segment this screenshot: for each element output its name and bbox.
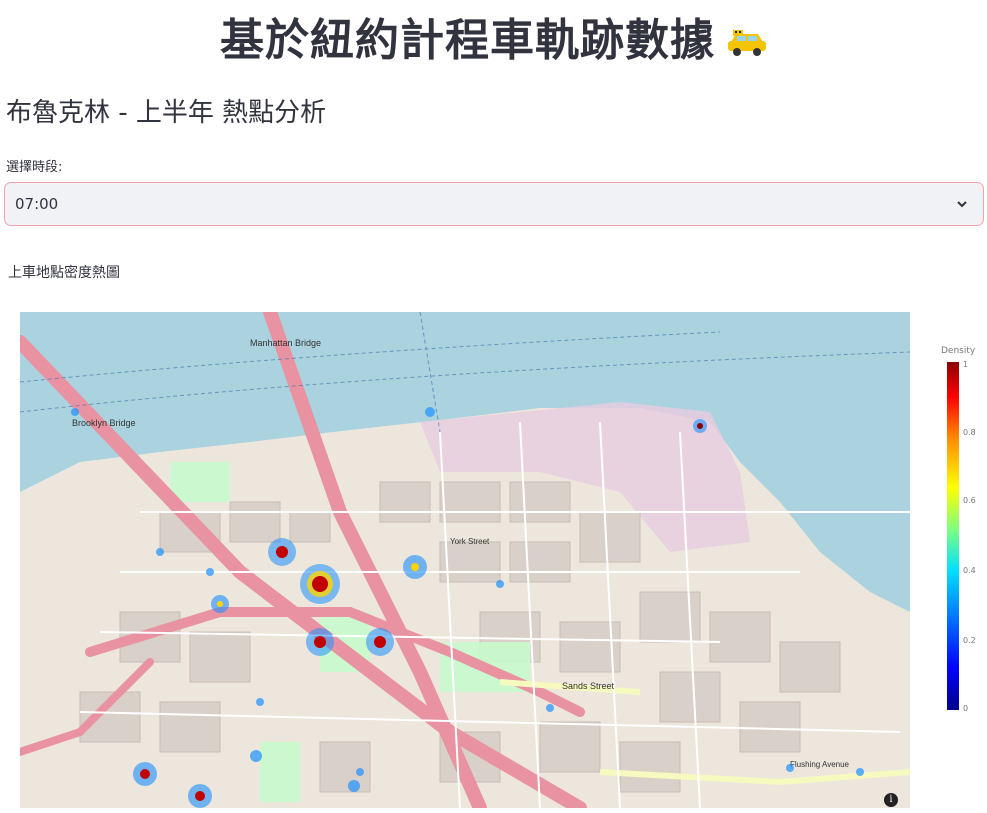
colorbar-tick: 0.2 [963,636,976,645]
chevron-down-icon [957,201,967,208]
colorbar-tick: 0.6 [963,496,976,505]
heatmap-map[interactable]: Manhattan Bridge Brooklyn Bridge Sands S… [20,312,910,808]
colorbar-tick: 0.8 [963,428,976,437]
time-select[interactable]: 07:00 [4,182,984,226]
map-caption: 上車地點密度熱圖 [8,265,120,281]
sands-street-label: Sands Street [562,681,615,691]
colorbar-tick: 0.4 [963,566,976,575]
flushing-ave-label: Flushing Avenue [790,760,850,769]
info-icon[interactable]: i [884,793,898,807]
time-select-value: 07:00 [15,195,59,213]
taxi-icon [727,18,767,69]
density-colorbar [947,362,959,710]
colorbar-tick: 1 [963,360,969,369]
manhattan-bridge-label: Manhattan Bridge [250,338,321,348]
colorbar-title: Density [941,346,976,356]
brooklyn-bridge-label: Brooklyn Bridge [72,418,136,428]
section-subtitle: 布魯克林 - 上半年 熱點分析 [6,98,327,128]
colorbar-tick: 0 [963,704,969,713]
page-title: 基於紐約計程車軌跡數據 [0,4,987,69]
york-street-label: York Street [450,537,490,546]
time-select-label: 選擇時段: [6,160,63,175]
